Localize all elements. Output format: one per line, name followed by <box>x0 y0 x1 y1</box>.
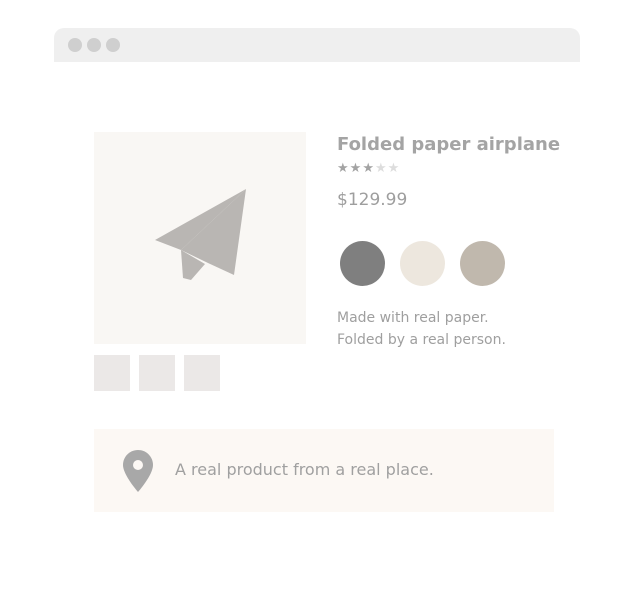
color-swatch-dark-gray[interactable] <box>340 241 385 286</box>
star-empty-icon: ★ <box>374 161 388 176</box>
star-icon: ★ <box>337 161 350 176</box>
description-line: Folded by a real person. <box>337 332 506 348</box>
product-title: Folded paper airplane <box>337 134 561 155</box>
description-line: Made with real paper. <box>337 310 489 326</box>
rating-stars: ★★★★★ <box>337 160 400 178</box>
product-thumbnail[interactable] <box>184 355 220 391</box>
origin-banner: A real product from a real place. <box>94 429 554 512</box>
color-swatch-taupe[interactable] <box>460 241 505 286</box>
product-page: Folded paper airplane ★★★★★ $129.99 Made… <box>0 0 643 600</box>
product-price: $129.99 <box>337 190 408 210</box>
product-description: Made with real paper. Folded by a real p… <box>337 307 567 351</box>
star-icon: ★ <box>362 161 375 176</box>
product-main-image[interactable] <box>94 132 306 344</box>
window-close-dot[interactable] <box>68 38 82 52</box>
window-minimize-dot[interactable] <box>87 38 101 52</box>
map-pin-icon <box>123 450 153 492</box>
star-icon: ★ <box>349 161 363 176</box>
color-swatch-cream[interactable] <box>400 241 445 286</box>
star-empty-icon: ★ <box>387 161 401 176</box>
window-maximize-dot[interactable] <box>106 38 120 52</box>
paper-plane-icon <box>155 189 246 280</box>
browser-window-bar <box>54 28 580 62</box>
product-thumbnail[interactable] <box>94 355 130 391</box>
origin-banner-text: A real product from a real place. <box>175 460 434 479</box>
product-thumbnail[interactable] <box>139 355 175 391</box>
